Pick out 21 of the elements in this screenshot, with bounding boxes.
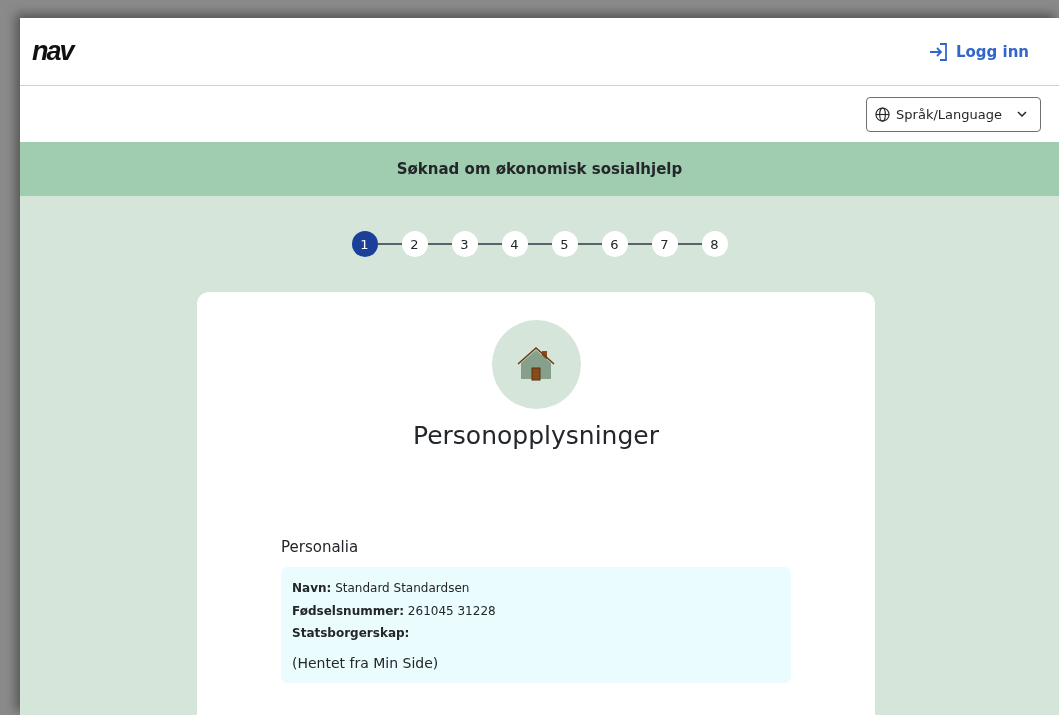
source-note: (Hentet fra Min Side) [292,654,440,671]
step-indicator: 5 [551,231,578,257]
banner-title: Søknad om økonomisk sosialhjelp [20,142,1059,196]
globe-icon [875,106,891,122]
step-indicator: 8 [701,231,728,257]
language-dropdown[interactable]: Språk/Language [866,96,1041,132]
step-indicator: 3 [451,231,478,257]
section-heading: Personalia [281,538,360,556]
step-indicator: 4 [501,231,528,257]
login-button[interactable]: Logg inn [923,38,1033,65]
info-field: Statsborgerskap: [292,622,780,645]
step-indicator: 2 [401,231,428,257]
step-indicator: 6 [601,231,628,257]
step-indicator: 1 [351,231,378,257]
login-icon [927,42,948,61]
logo[interactable]: nav [32,36,73,67]
chevron-down-icon [1016,108,1028,120]
info-field: Navn: Standard Standardsen [292,577,780,600]
page-title: Personopplysninger [412,421,660,450]
info-field: Fødselsnummer: 261045 31228 [292,599,780,622]
step-indicator: 7 [651,231,678,257]
